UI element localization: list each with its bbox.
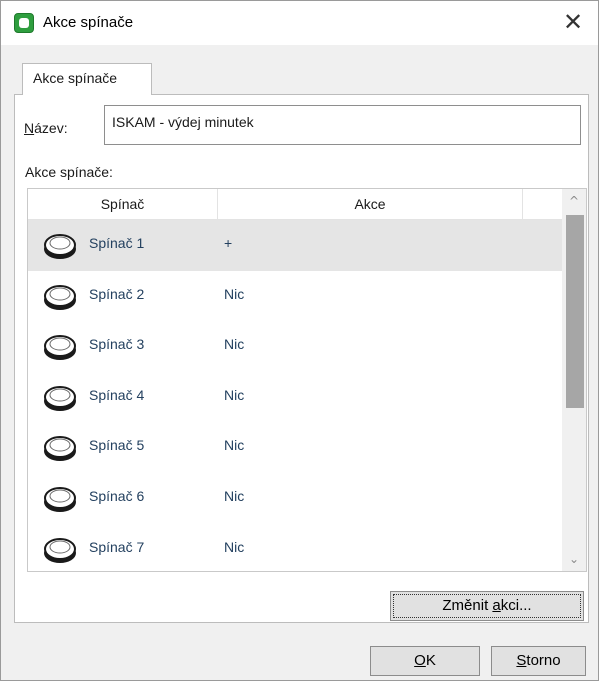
switch-name: Spínač 5 <box>89 437 145 454</box>
switch-name: Spínač 7 <box>89 538 145 555</box>
push-button-icon <box>42 433 80 463</box>
switch-actions-label: Akce spínače: <box>25 164 113 180</box>
ok-label-rest: K <box>425 652 436 669</box>
switch-action: + <box>224 235 233 251</box>
name-label-text: ázev: <box>34 120 68 136</box>
change-action-accelerator: a <box>492 597 501 614</box>
name-label-accelerator: N <box>24 120 35 136</box>
switch-action: Nic <box>224 386 245 403</box>
window-title: Akce spínače <box>43 14 134 31</box>
tab-akce-spinace[interactable]: Akce spínače <box>22 63 152 95</box>
list-row[interactable]: Spínač 4 Nic <box>28 372 562 423</box>
push-button-icon <box>42 231 80 261</box>
push-button-icon <box>42 282 80 312</box>
dialog-window: Akce spínače ✕ Akce spínače Název: ISKAM… <box>0 0 599 681</box>
push-button-icon <box>42 535 80 565</box>
vertical-scrollbar[interactable]: ^ ⌄ <box>562 189 586 571</box>
switch-name: Spínač 2 <box>89 285 145 302</box>
app-icon <box>14 13 34 33</box>
list-rows: Spínač 1 + Spínač 2 Nic Spínač 3 Nic Spínač 4 N… <box>28 220 562 571</box>
switch-actions-list[interactable]: Spínač Akce Spínač 1 + Spínač 2 Nic Spínač 3… <box>27 188 587 572</box>
name-field[interactable]: ISKAM - výdej minutek <box>104 105 581 145</box>
list-row[interactable]: Spínač 6 Nic <box>28 473 562 524</box>
list-header: Spínač Akce <box>28 189 562 220</box>
push-button-icon <box>42 332 80 362</box>
change-action-label-post: kci... <box>500 597 532 614</box>
switch-name: Spínač 3 <box>89 336 145 353</box>
push-button-icon <box>42 383 80 413</box>
switch-action: Nic <box>224 437 245 454</box>
switch-name: Spínač 6 <box>89 487 145 504</box>
cancel-label-rest: torno <box>526 652 561 669</box>
list-row[interactable]: Spínač 3 Nic <box>28 321 562 372</box>
change-action-button[interactable]: Změnit akci... <box>390 591 584 621</box>
scroll-down-icon[interactable]: ⌄ <box>562 547 586 571</box>
ok-button[interactable]: OK <box>370 646 480 676</box>
ok-accelerator: O <box>414 652 426 669</box>
title-bar[interactable]: Akce spínače ✕ <box>1 1 598 45</box>
change-action-label-pre: Změnit <box>442 597 493 614</box>
scroll-up-icon[interactable]: ^ <box>562 189 586 213</box>
switch-action: Nic <box>224 538 245 555</box>
push-button-icon <box>42 484 80 514</box>
cancel-button[interactable]: Storno <box>491 646 586 676</box>
list-row[interactable]: Spínač 1 + <box>28 220 562 271</box>
column-header-action[interactable]: Akce <box>218 189 523 219</box>
close-icon[interactable]: ✕ <box>558 9 588 37</box>
switch-name: Spínač 1 <box>89 235 145 251</box>
list-row[interactable]: Spínač 5 Nic <box>28 422 562 473</box>
switch-action: Nic <box>224 487 245 504</box>
list-row[interactable]: Spínač 2 Nic <box>28 271 562 322</box>
scrollbar-thumb[interactable] <box>566 215 584 408</box>
switch-name: Spínač 4 <box>89 386 145 403</box>
name-label: Název: <box>24 120 68 136</box>
switch-action: Nic <box>224 336 245 353</box>
switch-action: Nic <box>224 285 245 302</box>
list-row[interactable]: Spínač 7 Nic <box>28 524 562 571</box>
cancel-accelerator: S <box>516 652 527 669</box>
column-header-switch[interactable]: Spínač <box>28 189 218 219</box>
